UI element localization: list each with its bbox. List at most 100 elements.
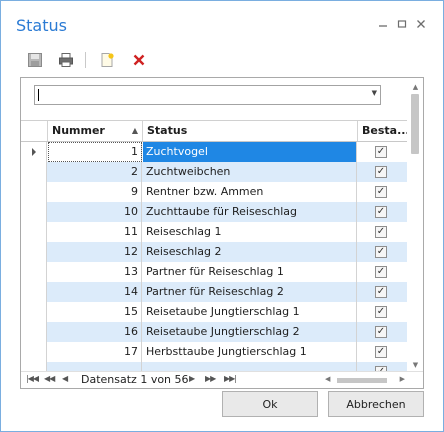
bestand-checkbox[interactable]: ✓	[375, 266, 387, 278]
cell-bestand: ✓	[358, 242, 407, 262]
table-row[interactable]: 13 Partner für Reiseschlag 1 ✓	[21, 262, 407, 282]
previous-page-icon[interactable]: ◀◀	[44, 374, 55, 383]
ok-button[interactable]: Ok	[222, 391, 318, 417]
row-indicator[interactable]	[21, 362, 47, 371]
cell-bestand: ✓	[358, 282, 407, 302]
row-indicator[interactable]	[21, 162, 47, 182]
minimize-icon[interactable]	[377, 18, 389, 30]
row-indicator[interactable]	[21, 202, 47, 222]
row-indicator[interactable]	[21, 322, 47, 342]
text-caret	[38, 89, 39, 101]
next-record-icon[interactable]: ▶	[189, 374, 195, 383]
row-indicator[interactable]	[21, 342, 47, 362]
cell-status[interactable]: Zuchtvogel	[143, 142, 357, 162]
bestand-checkbox[interactable]: ✓	[375, 326, 387, 338]
cell-status[interactable]: Herbsttaube Jungtierschlag 1	[143, 342, 357, 362]
cell-nummer[interactable]: 1	[48, 142, 142, 162]
sort-ascending-icon: ▲	[131, 126, 138, 135]
bestand-checkbox[interactable]: ✓	[375, 166, 387, 178]
grid-panel: ▼ Nummer ▲ Status Besta... 1 Zuchtvogel ✓ 2…	[20, 77, 424, 389]
cell-bestand: ✓	[358, 322, 407, 342]
cell-status[interactable]: Reisetaube Jungtierschlag 2	[143, 322, 357, 342]
cell-nummer[interactable]: 11	[48, 222, 142, 242]
scrollbar-thumb[interactable]	[411, 94, 419, 154]
close-icon[interactable]	[415, 18, 427, 30]
cell-status[interactable]: Reiseschlag 1	[143, 222, 357, 242]
horizontal-scrollbar-thumb[interactable]	[337, 378, 387, 383]
row-indicator[interactable]	[21, 302, 47, 322]
current-row-icon	[32, 148, 36, 156]
bestand-checkbox[interactable]: ✓	[375, 226, 387, 238]
cell-bestand: ✓	[358, 202, 407, 222]
last-record-icon[interactable]: ▶▶|	[224, 374, 237, 383]
column-header-status[interactable]: Status	[143, 121, 358, 141]
cell-nummer[interactable]: 14	[48, 282, 142, 302]
table-row[interactable]: 14 Partner für Reiseschlag 2 ✓	[21, 282, 407, 302]
table-row[interactable]: 16 Reisetaube Jungtierschlag 2 ✓	[21, 322, 407, 342]
cell-status[interactable]: Reiseschlag 2	[143, 242, 357, 262]
cell-bestand: ✓	[358, 302, 407, 322]
cancel-button[interactable]: Abbrechen	[328, 391, 424, 417]
next-page-icon[interactable]: ▶▶	[205, 374, 216, 383]
cell-status[interactable]: Zuchtweibchen	[143, 162, 357, 182]
row-indicator[interactable]	[21, 182, 47, 202]
row-indicator[interactable]	[21, 142, 47, 162]
table-row[interactable]: 10 Zuchttaube für Reiseschlag ✓	[21, 202, 407, 222]
horizontal-scrollbar[interactable]: ◀ ▶	[325, 375, 405, 385]
new-document-icon[interactable]	[96, 49, 118, 71]
bestand-checkbox[interactable]: ✓	[375, 186, 387, 198]
table-row[interactable]: 11 Reiseschlag 1 ✓	[21, 222, 407, 242]
table-row[interactable]: 15 Reisetaube Jungtierschlag 1 ✓	[21, 302, 407, 322]
cell-status[interactable]: Partner für Reiseschlag 2	[143, 282, 357, 302]
row-indicator[interactable]	[21, 262, 47, 282]
bestand-checkbox[interactable]: ✓	[375, 346, 387, 358]
maximize-icon[interactable]	[396, 18, 408, 30]
cell-nummer[interactable]: 16	[48, 322, 142, 342]
cell-bestand: ✓	[358, 262, 407, 282]
cell-status[interactable]: Rentner bzw. Ammen	[143, 182, 357, 202]
cell-status[interactable]: Partner für Reiseschlag 1	[143, 262, 357, 282]
row-indicator[interactable]	[21, 282, 47, 302]
column-header-bestand[interactable]: Besta...	[358, 121, 407, 141]
save-icon[interactable]	[24, 49, 46, 71]
cell-nummer[interactable]: 15	[48, 302, 142, 322]
row-indicator[interactable]	[21, 222, 47, 242]
table-row[interactable]: 17 Herbsttaube Jungtierschlag 1 ✓	[21, 342, 407, 362]
scroll-right-icon[interactable]: ▶	[400, 375, 405, 383]
cell-nummer[interactable]	[48, 362, 142, 371]
bestand-checkbox[interactable]: ✓	[375, 286, 387, 298]
cell-nummer[interactable]: 13	[48, 262, 142, 282]
cell-status[interactable]: Reisetaube Jungtierschlag 1	[143, 302, 357, 322]
print-icon[interactable]	[55, 49, 77, 71]
column-header-label: Besta...	[362, 124, 407, 137]
row-indicator[interactable]	[21, 242, 47, 262]
cell-nummer[interactable]: 17	[48, 342, 142, 362]
cell-status[interactable]: Zuchttaube für Reiseschlag	[143, 202, 357, 222]
scroll-up-icon[interactable]: ▲	[409, 82, 422, 92]
bestand-checkbox[interactable]: ✓	[375, 206, 387, 218]
first-record-icon[interactable]: |◀◀	[26, 374, 39, 383]
column-header-nummer[interactable]: Nummer ▲	[48, 121, 143, 141]
scroll-left-icon[interactable]: ◀	[325, 375, 330, 383]
bestand-checkbox[interactable]: ✓	[375, 146, 387, 158]
cell-bestand: ✓	[358, 162, 407, 182]
bestand-checkbox[interactable]: ✓	[375, 306, 387, 318]
cell-status[interactable]	[143, 362, 357, 371]
previous-record-icon[interactable]: ◀	[62, 374, 68, 383]
chevron-down-icon[interactable]: ▼	[372, 89, 377, 97]
table-row[interactable]: 9 Rentner bzw. Ammen ✓	[21, 182, 407, 202]
vertical-scrollbar[interactable]: ▲ ▼	[409, 80, 422, 370]
cell-nummer[interactable]: 2	[48, 162, 142, 182]
table-row[interactable]: ✓	[21, 362, 407, 371]
cell-nummer[interactable]: 10	[48, 202, 142, 222]
delete-icon[interactable]	[128, 49, 150, 71]
cell-nummer[interactable]: 9	[48, 182, 142, 202]
table-row[interactable]: 2 Zuchtweibchen ✓	[21, 162, 407, 182]
table-row[interactable]: 12 Reiseschlag 2 ✓	[21, 242, 407, 262]
scroll-down-icon[interactable]: ▼	[409, 360, 422, 370]
cell-bestand: ✓	[358, 222, 407, 242]
table-row[interactable]: 1 Zuchtvogel ✓	[21, 142, 407, 162]
cell-nummer[interactable]: 12	[48, 242, 142, 262]
filter-combobox[interactable]: ▼	[34, 85, 381, 105]
bestand-checkbox[interactable]: ✓	[375, 246, 387, 258]
